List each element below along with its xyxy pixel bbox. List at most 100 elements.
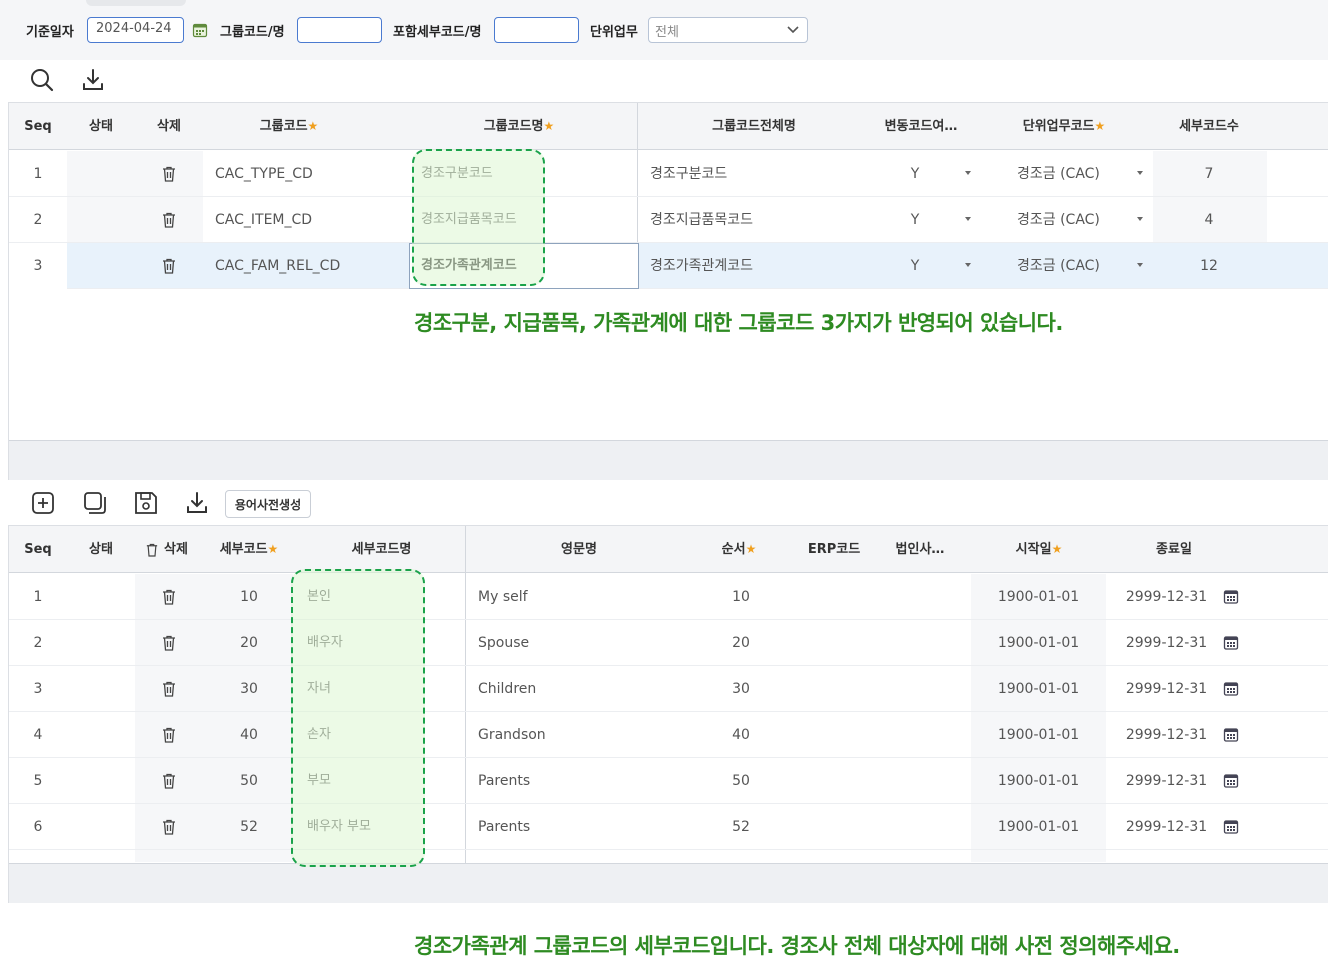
col-sub-count[interactable]: 세부코드수 bbox=[1169, 103, 1249, 150]
dropdown-arrow-icon[interactable] bbox=[1137, 217, 1143, 221]
order-cell[interactable]: 40 bbox=[719, 712, 763, 758]
table-row[interactable]: 4 40 손자 Grandson 40 1900-01-01 2999-12-31 bbox=[9, 712, 1328, 758]
group-name-cell[interactable]: 경조구분코드 bbox=[421, 151, 493, 197]
sub-code-cell[interactable]: 40 bbox=[219, 712, 279, 758]
delete-button[interactable] bbox=[159, 197, 179, 243]
change-flag-cell[interactable]: Y bbox=[905, 151, 925, 197]
col-sub-name[interactable]: 세부코드명 bbox=[339, 526, 424, 573]
end-date-cell[interactable]: 2999-12-31 bbox=[1119, 666, 1214, 712]
col-delete[interactable]: 삭제 bbox=[135, 526, 199, 573]
sub-code-cell[interactable]: 20 bbox=[219, 620, 279, 666]
end-date-cell[interactable]: 2999-12-31 bbox=[1119, 620, 1214, 666]
col-seq[interactable]: Seq bbox=[23, 526, 53, 573]
eng-name-cell[interactable]: Parents bbox=[478, 758, 530, 804]
order-cell[interactable]: 52 bbox=[719, 804, 763, 850]
end-date-picker-button[interactable] bbox=[1223, 666, 1241, 712]
sub-code-cell[interactable]: 10 bbox=[219, 574, 279, 620]
delete-button[interactable] bbox=[159, 574, 179, 620]
table-row[interactable]: 2 20 배우자 Spouse 20 1900-01-01 2999-12-31 bbox=[9, 620, 1328, 666]
full-name-cell[interactable]: 경조구분코드 bbox=[650, 151, 727, 197]
save-button[interactable] bbox=[133, 490, 159, 516]
full-name-cell[interactable]: 경조지급품목코드 bbox=[650, 197, 753, 243]
col-corp[interactable]: 법인사… bbox=[885, 526, 955, 573]
base-date-input[interactable]: 2024-04-24 bbox=[87, 17, 184, 43]
col-group-name[interactable]: 그룹코드명★ bbox=[469, 103, 569, 150]
dropdown-arrow-icon[interactable] bbox=[1137, 171, 1143, 175]
add-row-button[interactable] bbox=[30, 490, 56, 516]
copy-row-button[interactable] bbox=[82, 490, 108, 516]
order-cell[interactable]: 50 bbox=[719, 758, 763, 804]
sub-code-input[interactable] bbox=[494, 17, 579, 43]
unit-task-cell[interactable]: 경조금 (CAC) bbox=[1017, 243, 1100, 289]
calendar-icon[interactable] bbox=[192, 22, 208, 38]
group-name-cell[interactable]: 경조지급품목코드 bbox=[421, 197, 517, 243]
dropdown-arrow-icon[interactable] bbox=[1137, 263, 1143, 267]
col-erp[interactable]: ERP코드 bbox=[799, 526, 869, 573]
eng-name-cell[interactable]: Children bbox=[478, 666, 536, 712]
order-cell[interactable]: 30 bbox=[719, 666, 763, 712]
table-row[interactable]: 1 10 본인 My self 10 1900-01-01 2999-12-31 bbox=[9, 574, 1328, 620]
end-date-picker-button[interactable] bbox=[1223, 712, 1241, 758]
eng-name-cell[interactable]: Parents bbox=[478, 804, 530, 850]
delete-button[interactable] bbox=[159, 620, 179, 666]
table-row-selected[interactable]: 3 CAC_FAM_REL_CD 경조가족관계코드 경조가족관계코드 Y 경조금… bbox=[9, 243, 1328, 289]
sub-code-cell[interactable]: 30 bbox=[219, 666, 279, 712]
group-code-input[interactable] bbox=[297, 17, 382, 43]
col-change-flag[interactable]: 변동코드여… bbox=[871, 103, 971, 150]
table-row[interactable]: 5 50 부모 Parents 50 1900-01-01 2999-12-31 bbox=[9, 758, 1328, 804]
end-date-picker-button[interactable] bbox=[1223, 574, 1241, 620]
group-code-cell[interactable]: CAC_TYPE_CD bbox=[215, 151, 313, 197]
col-seq[interactable]: Seq bbox=[23, 103, 53, 150]
dropdown-arrow-icon[interactable] bbox=[965, 263, 971, 267]
change-flag-cell[interactable]: Y bbox=[905, 197, 925, 243]
order-cell[interactable]: 10 bbox=[719, 574, 763, 620]
table-row[interactable]: 2 CAC_ITEM_CD 경조지급품목코드 경조지급품목코드 Y 경조금 (C… bbox=[9, 197, 1328, 243]
start-date-cell[interactable]: 1900-01-01 bbox=[991, 712, 1086, 758]
unit-task-cell[interactable]: 경조금 (CAC) bbox=[1017, 151, 1100, 197]
end-date-cell[interactable]: 2999-12-31 bbox=[1119, 804, 1214, 850]
col-status[interactable]: 상태 bbox=[81, 103, 121, 150]
col-full-name[interactable]: 그룹코드전체명 bbox=[689, 103, 819, 150]
delete-button[interactable] bbox=[159, 666, 179, 712]
order-cell[interactable]: 20 bbox=[719, 620, 763, 666]
col-status[interactable]: 상태 bbox=[81, 526, 121, 573]
change-flag-cell[interactable]: Y bbox=[905, 243, 925, 289]
col-sub-code[interactable]: 세부코드★ bbox=[209, 526, 289, 573]
delete-button[interactable] bbox=[159, 243, 179, 289]
group-code-cell[interactable]: CAC_ITEM_CD bbox=[215, 197, 312, 243]
sub-name-cell[interactable]: 손자 bbox=[307, 712, 331, 758]
col-end[interactable]: 종료일 bbox=[1139, 526, 1209, 573]
start-date-cell[interactable]: 1900-01-01 bbox=[991, 804, 1086, 850]
sub-code-cell[interactable]: 50 bbox=[219, 758, 279, 804]
delete-button[interactable] bbox=[159, 151, 179, 197]
unit-task-cell[interactable]: 경조금 (CAC) bbox=[1017, 197, 1100, 243]
end-date-picker-button[interactable] bbox=[1223, 804, 1241, 850]
table-row[interactable]: 6 52 배우자 부모 Parents 52 1900-01-01 2999-12-31 bbox=[9, 804, 1328, 850]
sub-name-cell[interactable]: 본인 bbox=[307, 574, 331, 620]
sub-name-cell[interactable]: 부모 bbox=[307, 758, 331, 804]
term-dictionary-button[interactable]: 용어사전생성 bbox=[225, 490, 311, 518]
delete-button[interactable] bbox=[159, 804, 179, 850]
end-date-cell[interactable]: 2999-12-31 bbox=[1119, 574, 1214, 620]
search-button[interactable] bbox=[29, 67, 55, 93]
start-date-cell[interactable]: 1900-01-01 bbox=[991, 666, 1086, 712]
end-date-cell[interactable]: 2999-12-31 bbox=[1119, 758, 1214, 804]
group-name-cell[interactable]: 경조가족관계코드 bbox=[421, 243, 517, 289]
unit-task-select[interactable]: 전체 bbox=[648, 17, 808, 43]
download-detail-button[interactable] bbox=[184, 490, 210, 516]
start-date-cell[interactable]: 1900-01-01 bbox=[991, 620, 1086, 666]
eng-name-cell[interactable]: Spouse bbox=[478, 620, 529, 666]
eng-name-cell[interactable]: Grandson bbox=[478, 712, 546, 758]
group-code-cell[interactable]: CAC_FAM_REL_CD bbox=[215, 243, 340, 289]
table-row[interactable]: 3 30 자녀 Children 30 1900-01-01 2999-12-31 bbox=[9, 666, 1328, 712]
full-name-cell[interactable]: 경조가족관계코드 bbox=[650, 243, 753, 289]
col-delete[interactable]: 삭제 bbox=[149, 103, 189, 150]
delete-button[interactable] bbox=[159, 758, 179, 804]
dropdown-arrow-icon[interactable] bbox=[965, 217, 971, 221]
col-start[interactable]: 시작일★ bbox=[1004, 526, 1074, 573]
col-unit-task[interactable]: 단위업무코드★ bbox=[1009, 103, 1119, 150]
sub-name-cell[interactable]: 자녀 bbox=[307, 666, 331, 712]
table-row[interactable]: 1 CAC_TYPE_CD 경조구분코드 경조구분코드 Y 경조금 (CAC) … bbox=[9, 151, 1328, 197]
sub-name-cell[interactable]: 배우자 부모 bbox=[307, 804, 371, 850]
end-date-picker-button[interactable] bbox=[1223, 620, 1241, 666]
